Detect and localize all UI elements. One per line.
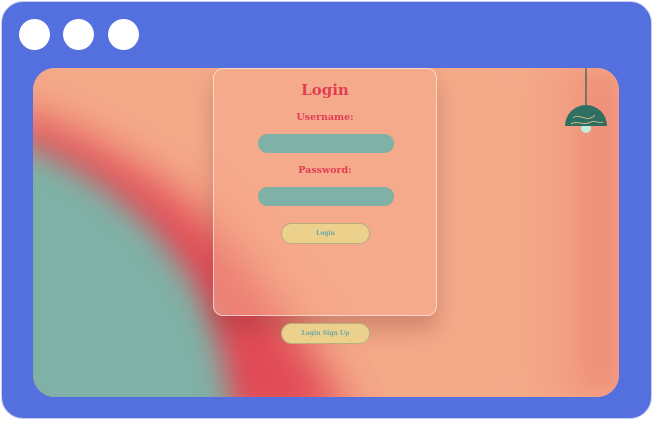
window-control-dot[interactable] <box>108 19 139 50</box>
password-input[interactable] <box>258 187 394 206</box>
login-title: Login <box>301 81 349 99</box>
password-label: Password: <box>298 165 352 176</box>
window-control-dot[interactable] <box>19 19 50 50</box>
signup-button[interactable]: Login Sign Up <box>281 323 370 344</box>
username-input[interactable] <box>258 134 394 153</box>
username-label: Username: <box>296 112 354 123</box>
login-scene: Login Username: Password: Login Login Si… <box>33 68 619 397</box>
login-button[interactable]: Login <box>281 223 370 244</box>
login-card: Login Username: Password: <box>213 68 437 316</box>
window-control-dot[interactable] <box>63 19 94 50</box>
pendant-lamp-icon <box>565 68 607 133</box>
